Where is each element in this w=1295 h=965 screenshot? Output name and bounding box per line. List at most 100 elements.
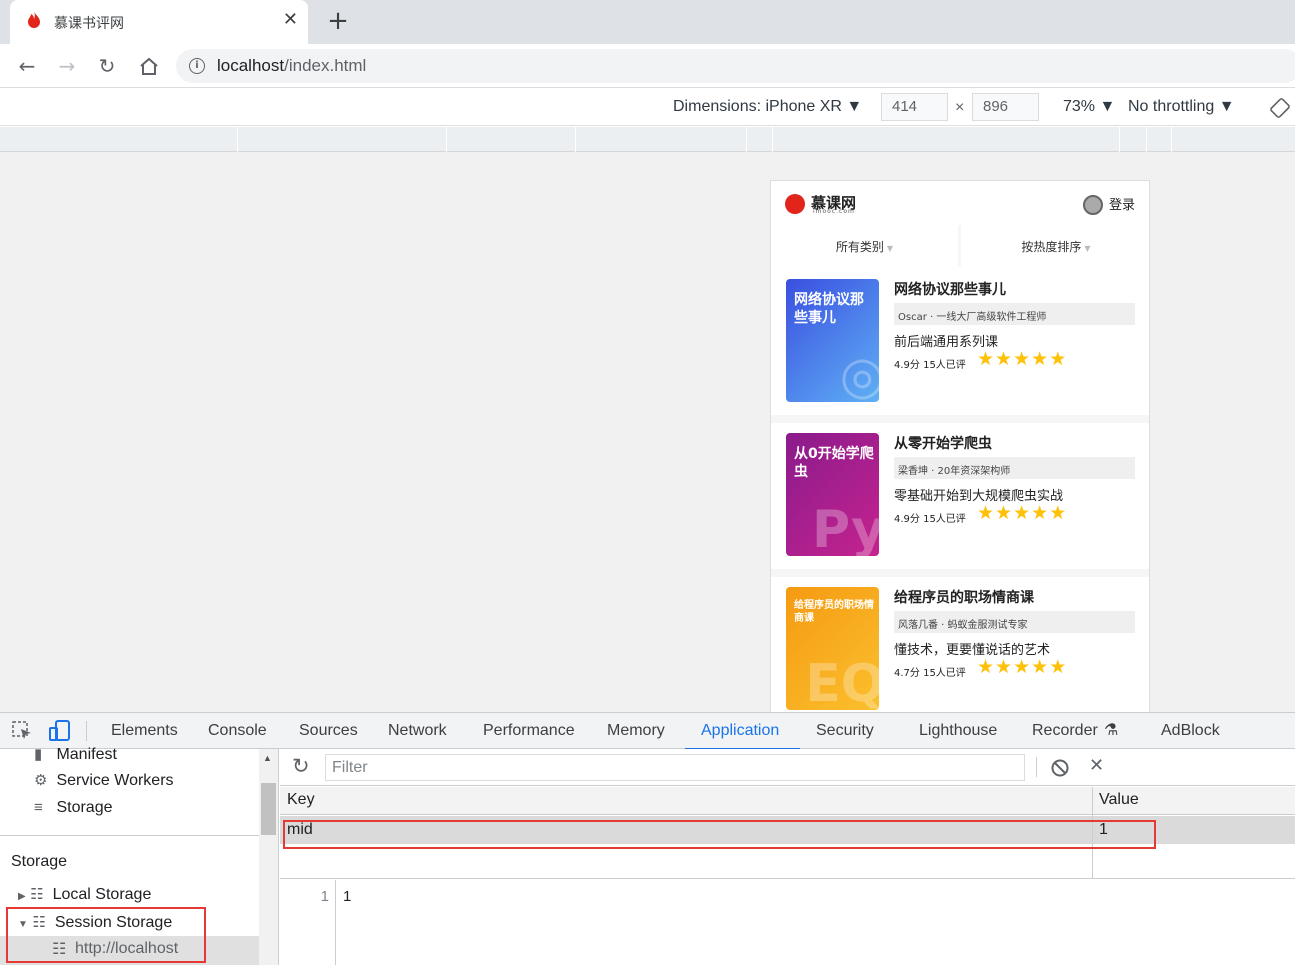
tab-network[interactable]: Network (388, 722, 447, 740)
course-author: 风落几番 · 蚂蚁金服测试专家 (894, 611, 1135, 633)
clear-all-icon[interactable] (1051, 759, 1069, 777)
devtools-tabbar: Elements Console Sources Network Performance… (0, 712, 1295, 751)
zoom-label: 73% (1063, 98, 1096, 115)
star-icon: ★ (977, 502, 996, 524)
device-toggle-icon[interactable] (48, 719, 72, 743)
course-cover[interactable]: 网络协议那些事儿 ◎ (786, 279, 879, 402)
media-query-ruler[interactable] (0, 127, 1295, 152)
tab-close-icon[interactable]: ✕ (283, 9, 298, 30)
sidebar-item-storage[interactable]: ≡ Storage (34, 799, 113, 821)
value-preview: 1 1 (280, 880, 1295, 965)
sort-filter-label: 按热度排序 (1021, 240, 1082, 254)
tab-lighthouse[interactable]: Lighthouse (919, 722, 997, 740)
forward-icon[interactable]: → (55, 54, 79, 78)
star-icon: ★ (1049, 502, 1068, 524)
delete-selected-icon[interactable]: ✕ (1089, 755, 1104, 776)
grid-icon: ☷ (30, 886, 44, 903)
browser-tab[interactable]: 慕课书评网 ✕ (10, 0, 308, 44)
database-icon: ≡ (34, 799, 43, 816)
sidebar-scrollbar[interactable]: ▲ (259, 749, 278, 965)
highlight-box-session-storage (6, 907, 206, 963)
imooc-logo-icon (785, 194, 805, 214)
scroll-thumb[interactable] (261, 783, 276, 835)
star-icon: ★ (1013, 502, 1032, 524)
table-header: Key Value (280, 787, 1295, 815)
manifest-label: Manifest (56, 746, 117, 763)
course-title[interactable]: 从零开始学爬虫 (894, 433, 992, 453)
throttling-select[interactable]: No throttling ▼ (1128, 98, 1235, 116)
course-title[interactable]: 给程序员的职场情商课 (894, 587, 1034, 607)
throttling-label: No throttling (1128, 98, 1215, 115)
course-author: Oscar · 一线大厂高级软件工程师 (894, 303, 1135, 325)
home-icon[interactable] (137, 57, 161, 75)
star-icon: ★ (1031, 348, 1050, 370)
tab-sources[interactable]: Sources (299, 722, 358, 740)
cover-decoration-icon: EQ (805, 654, 879, 710)
star-icon: ★ (1049, 656, 1068, 678)
card-separator (771, 415, 1149, 423)
inspect-element-icon[interactable] (12, 721, 34, 741)
emulated-viewport: 慕课网 imooc.com 登录 所有类别▼ 按热度排序▼ 网络协议那些事儿◎ 网… (0, 152, 1295, 712)
tab-console[interactable]: Console (208, 722, 267, 740)
site-info-icon[interactable]: i (189, 58, 205, 74)
highlight-box-row (283, 820, 1156, 849)
user-avatar-icon[interactable] (1083, 195, 1103, 215)
application-sidebar: ▮ Manifest ⚙ Service Workers ≡ Storage S… (0, 746, 279, 965)
back-icon[interactable]: ← (15, 54, 39, 78)
cover-text: 给程序员的职场情商课 (794, 600, 874, 624)
dimensions-select[interactable]: Dimensions: iPhone XR ▼ (673, 98, 862, 116)
course-author: 梁香坤 · 20年资深架构师 (894, 457, 1135, 479)
rotate-icon[interactable] (1270, 98, 1290, 118)
height-input[interactable]: 896 (972, 93, 1039, 121)
site-header: 慕课网 imooc.com 登录 (771, 181, 1149, 223)
sidebar-item-service-workers[interactable]: ⚙ Service Workers (34, 771, 174, 793)
filter-input[interactable]: Filter (325, 754, 1025, 781)
value-column-header[interactable]: Value (1099, 791, 1139, 809)
reload-icon[interactable]: ↻ (95, 54, 119, 78)
favicon-flame-icon (28, 11, 40, 28)
course-rating: 4.7分 15人已评 (894, 668, 966, 679)
cover-text: 从0开始学爬虫 (794, 446, 874, 480)
course-title[interactable]: 网络协议那些事儿 (894, 279, 1006, 299)
logo-subtext: imooc.com (813, 208, 855, 215)
course-rating: 4.9分 15人已评 (894, 514, 966, 525)
course-card[interactable]: 从0开始学爬虫 Py 从零开始学爬虫 梁香坤 · 20年资深架构师 零基础开始到大规模爬… (771, 423, 1149, 569)
new-tab-icon[interactable]: + (326, 6, 350, 36)
expand-arrow-icon[interactable]: ▶ (18, 891, 26, 902)
tab-title: 慕课书评网 (54, 16, 124, 32)
course-cover[interactable]: 给程序员的职场情商课 EQ (786, 587, 879, 710)
storage-label: Storage (56, 799, 113, 816)
tab-application[interactable]: Application (701, 722, 779, 740)
course-cover[interactable]: 从0开始学爬虫 Py (786, 433, 879, 556)
sidebar-item-local-storage[interactable]: ▶ ☷ Local Storage (18, 885, 151, 907)
address-bar[interactable]: i localhost/index.html (176, 49, 1295, 83)
cover-decoration-icon: Py (812, 500, 879, 556)
star-rating: ★★★★★ (977, 656, 1067, 678)
tab-memory[interactable]: Memory (607, 722, 665, 740)
sidebar-item-manifest[interactable]: ▮ Manifest (34, 745, 117, 767)
key-column-header[interactable]: Key (287, 791, 315, 809)
refresh-icon[interactable]: ↻ (292, 754, 310, 779)
tab-adblock[interactable]: AdBlock (1161, 722, 1220, 740)
category-filter[interactable]: 所有类别 ▼ (771, 225, 958, 267)
dimensions-label: Dimensions: iPhone XR (673, 98, 842, 115)
star-icon: ★ (995, 502, 1014, 524)
browser-toolbar: ← → ↻ i localhost/index.html (0, 44, 1295, 88)
tab-security[interactable]: Security (816, 722, 874, 740)
sort-filter[interactable]: 按热度排序 ▼ (961, 225, 1149, 267)
star-icon: ★ (995, 656, 1014, 678)
course-card[interactable]: 给程序员的职场情商课 EQ 给程序员的职场情商课 风落几番 · 蚂蚁金服测试专家 懂技术… (771, 577, 1149, 712)
course-card[interactable]: 网络协议那些事儿◎网络协议那些事儿Oscar · 一线大厂高级软件工程师前后端通… (771, 269, 1149, 415)
tab-elements[interactable]: Elements (111, 722, 178, 740)
width-input[interactable]: 414 (881, 93, 948, 121)
category-filter-label: 所有类别 (835, 240, 884, 254)
login-link[interactable]: 登录 (1109, 194, 1135, 213)
star-icon: ★ (1031, 502, 1050, 524)
gear-icon: ⚙ (34, 772, 48, 789)
preview-value[interactable]: 1 (343, 888, 351, 905)
tab-performance[interactable]: Performance (483, 722, 575, 740)
zoom-select[interactable]: 73% ▼ (1063, 98, 1115, 116)
tab-recorder[interactable]: Recorder (1032, 722, 1098, 740)
scroll-up-icon[interactable]: ▲ (263, 753, 272, 763)
local-storage-label: Local Storage (52, 886, 152, 903)
